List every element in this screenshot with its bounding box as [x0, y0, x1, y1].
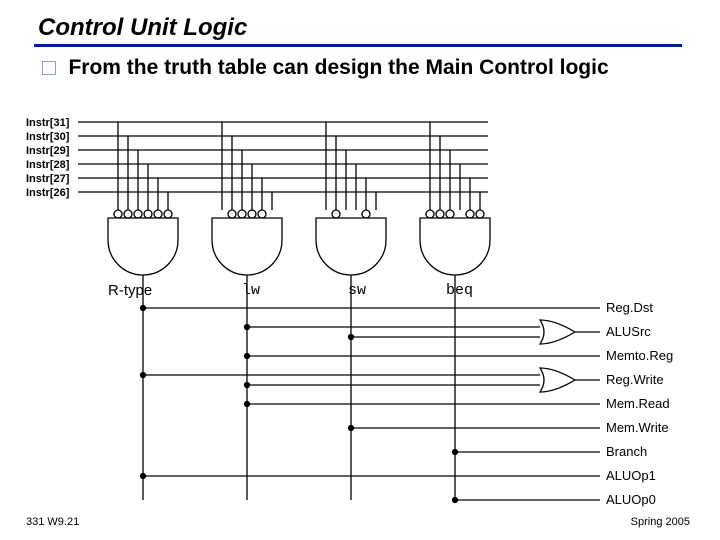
logic-diagram	[0, 0, 720, 540]
and-gate-lw	[212, 122, 282, 500]
and-gate-sw	[316, 122, 386, 500]
and-gate-beq	[420, 122, 490, 500]
